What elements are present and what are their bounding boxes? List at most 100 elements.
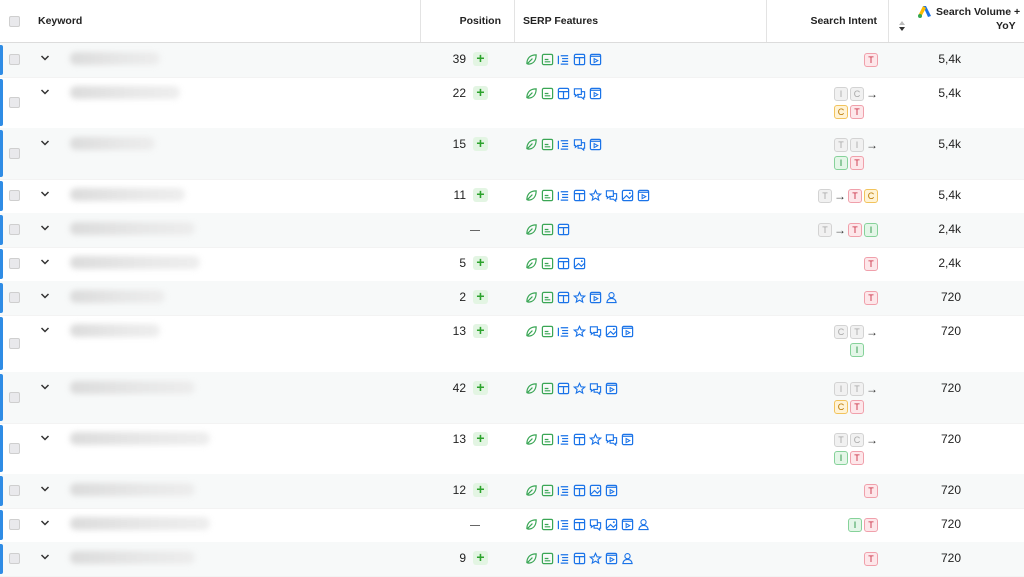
- keyword-blurred[interactable]: [70, 256, 200, 269]
- sitelinks-icon[interactable]: [541, 53, 554, 69]
- image-icon[interactable]: [605, 325, 618, 341]
- chevron-down-icon[interactable]: [40, 433, 50, 443]
- intent-badge[interactable]: C: [834, 325, 848, 339]
- table-row[interactable]: 13 + C T → I 720: [0, 315, 1024, 373]
- intent-badge[interactable]: C: [850, 433, 864, 447]
- video-icon[interactable]: [621, 433, 634, 449]
- people-also-ask-icon[interactable]: [589, 382, 602, 398]
- add-position-button[interactable]: +: [473, 187, 488, 202]
- add-position-button[interactable]: +: [473, 323, 488, 338]
- table-row[interactable]: T → T I 2,4k: [0, 213, 1024, 248]
- intent-badge[interactable]: T: [818, 223, 832, 237]
- list-icon[interactable]: [557, 325, 570, 341]
- sitelinks-icon[interactable]: [541, 382, 554, 398]
- select-all-checkbox[interactable]: [9, 0, 20, 42]
- chevron-down-icon[interactable]: [40, 53, 50, 63]
- keyword-blurred[interactable]: [70, 188, 185, 201]
- top-stories-icon[interactable]: [557, 382, 570, 398]
- featured-snippet-icon[interactable]: [525, 518, 538, 534]
- row-checkbox[interactable]: [9, 553, 20, 564]
- list-icon[interactable]: [557, 138, 570, 154]
- list-icon[interactable]: [557, 53, 570, 69]
- intent-badge[interactable]: T: [864, 518, 878, 532]
- table-row[interactable]: I T 720: [0, 508, 1024, 543]
- featured-snippet-icon[interactable]: [525, 433, 538, 449]
- chevron-down-icon[interactable]: [40, 484, 50, 494]
- row-checkbox[interactable]: [9, 224, 20, 235]
- people-also-ask-icon[interactable]: [589, 518, 602, 534]
- row-checkbox[interactable]: [9, 190, 20, 201]
- chevron-down-icon[interactable]: [40, 257, 50, 267]
- chevron-down-icon[interactable]: [40, 325, 50, 335]
- table-row[interactable]: 13 + T C → I T 720: [0, 423, 1024, 475]
- intent-badge[interactable]: I: [834, 382, 848, 396]
- table-row[interactable]: 15 + T I → I T 5,4k: [0, 128, 1024, 180]
- sitelinks-icon[interactable]: [541, 484, 554, 500]
- featured-snippet-icon[interactable]: [525, 223, 538, 239]
- people-also-ask-icon[interactable]: [573, 138, 586, 154]
- intent-badge[interactable]: T: [848, 189, 862, 203]
- keyword-blurred[interactable]: [70, 483, 195, 496]
- keyword-blurred[interactable]: [70, 222, 195, 235]
- table-row[interactable]: 2 + T 720: [0, 281, 1024, 316]
- add-position-button[interactable]: +: [473, 380, 488, 395]
- image-icon[interactable]: [589, 484, 602, 500]
- video-icon[interactable]: [621, 518, 634, 534]
- top-stories-icon[interactable]: [573, 518, 586, 534]
- featured-snippet-icon[interactable]: [525, 552, 538, 568]
- knowledge-panel-icon[interactable]: [621, 552, 634, 568]
- intent-badge[interactable]: C: [834, 400, 848, 414]
- intent-badge[interactable]: I: [834, 87, 848, 101]
- keyword-blurred[interactable]: [70, 324, 160, 337]
- video-icon[interactable]: [605, 484, 618, 500]
- sitelinks-icon[interactable]: [541, 189, 554, 205]
- top-stories-icon[interactable]: [573, 552, 586, 568]
- serp-features-column-header[interactable]: SERP Features: [523, 0, 598, 42]
- row-checkbox[interactable]: [9, 337, 20, 349]
- top-stories-icon[interactable]: [573, 189, 586, 205]
- chevron-down-icon[interactable]: [40, 552, 50, 562]
- chevron-down-icon[interactable]: [40, 138, 50, 148]
- list-icon[interactable]: [557, 552, 570, 568]
- add-position-button[interactable]: +: [473, 51, 488, 66]
- add-position-button[interactable]: +: [473, 289, 488, 304]
- intent-badge[interactable]: T: [850, 400, 864, 414]
- top-stories-icon[interactable]: [557, 87, 570, 103]
- keyword-blurred[interactable]: [70, 551, 195, 564]
- featured-snippet-icon[interactable]: [525, 382, 538, 398]
- image-icon[interactable]: [621, 189, 634, 205]
- sort-icon[interactable]: [898, 14, 906, 38]
- chevron-down-icon[interactable]: [40, 518, 50, 528]
- keyword-blurred[interactable]: [70, 432, 210, 445]
- top-stories-icon[interactable]: [557, 223, 570, 239]
- top-stories-icon[interactable]: [573, 433, 586, 449]
- row-checkbox[interactable]: [9, 258, 20, 269]
- intent-badge[interactable]: I: [850, 138, 864, 152]
- row-checkbox[interactable]: [9, 292, 20, 303]
- chevron-down-icon[interactable]: [40, 291, 50, 301]
- chevron-down-icon[interactable]: [40, 382, 50, 392]
- intent-badge[interactable]: T: [864, 53, 878, 67]
- intent-badge[interactable]: T: [864, 257, 878, 271]
- row-checkbox[interactable]: [9, 519, 20, 530]
- add-position-button[interactable]: +: [473, 431, 488, 446]
- add-position-button[interactable]: +: [473, 85, 488, 100]
- intent-badge[interactable]: I: [834, 156, 848, 170]
- top-stories-icon[interactable]: [557, 257, 570, 273]
- video-icon[interactable]: [589, 138, 602, 154]
- list-icon[interactable]: [557, 518, 570, 534]
- sitelinks-icon[interactable]: [541, 87, 554, 103]
- sitelinks-icon[interactable]: [541, 552, 554, 568]
- search-intent-column-header[interactable]: Search Intent: [767, 0, 877, 42]
- featured-snippet-icon[interactable]: [525, 325, 538, 341]
- reviews-icon[interactable]: [573, 291, 586, 307]
- reviews-icon[interactable]: [589, 189, 602, 205]
- people-also-ask-icon[interactable]: [605, 433, 618, 449]
- add-position-button[interactable]: +: [473, 482, 488, 497]
- add-position-button[interactable]: +: [473, 550, 488, 565]
- top-stories-icon[interactable]: [573, 53, 586, 69]
- table-row[interactable]: 9 + T 720: [0, 542, 1024, 577]
- people-also-ask-icon[interactable]: [573, 87, 586, 103]
- intent-badge[interactable]: T: [850, 451, 864, 465]
- featured-snippet-icon[interactable]: [525, 189, 538, 205]
